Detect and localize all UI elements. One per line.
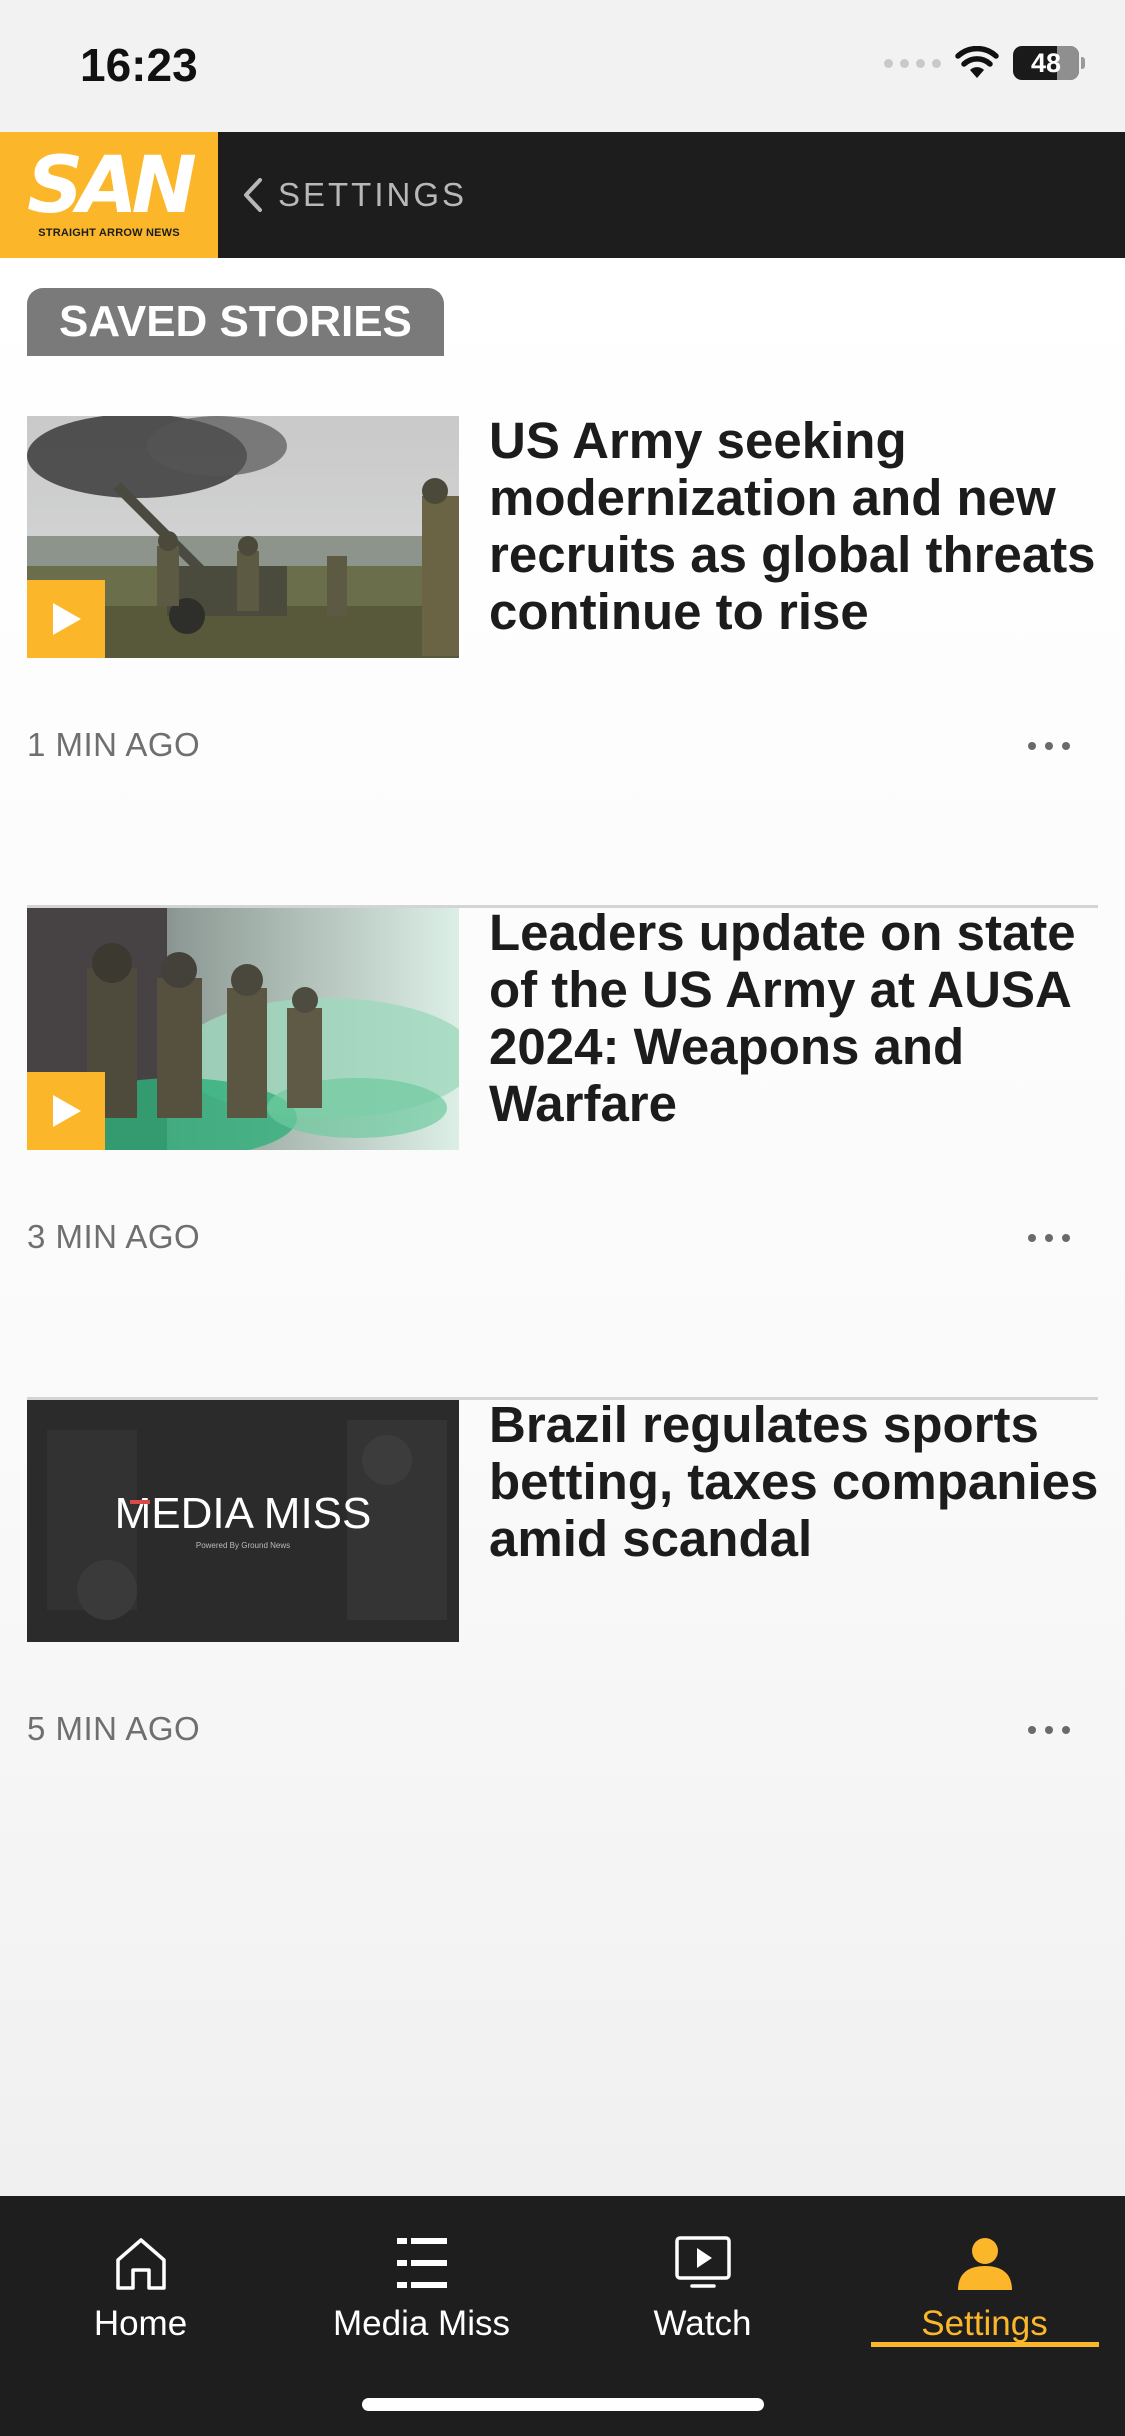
story-thumbnail[interactable]: MEDIA MISS Powered By Ground News: [27, 1400, 459, 1642]
status-icons: 48: [884, 46, 1085, 80]
more-options-button[interactable]: [1028, 1716, 1070, 1744]
cellular-signal-icon: [884, 58, 941, 68]
story-timestamp: 1 MIN AGO: [27, 726, 201, 763]
more-options-button[interactable]: [1028, 1224, 1070, 1252]
story-card[interactable]: US Army seeking modernization and new re…: [27, 412, 1098, 908]
logo-subtitle: STRAIGHT ARROW NEWS: [38, 227, 180, 239]
san-logo[interactable]: SAN STRAIGHT ARROW NEWS: [0, 132, 218, 258]
story-card[interactable]: MEDIA MISS Powered By Ground News Brazil…: [27, 1396, 1098, 1892]
play-button[interactable]: [27, 1072, 105, 1150]
tab-label: Watch: [653, 2304, 752, 2343]
list-icon: [396, 2238, 447, 2288]
play-screen-icon: [674, 2236, 731, 2288]
saved-stories-list[interactable]: SAVED STORIES US Army seeking modernizat…: [0, 258, 1125, 2196]
section-title: SAVED STORIES: [27, 288, 444, 356]
play-icon: [53, 603, 81, 635]
chevron-left-icon: [244, 178, 262, 212]
more-dot-icon: [1028, 1234, 1036, 1242]
home-icon: [115, 2238, 166, 2290]
home-indicator[interactable]: [362, 2398, 764, 2411]
battery-level: 48: [1030, 47, 1062, 78]
story-headline[interactable]: Brazil regulates sports betting, taxes c…: [489, 1396, 1099, 1567]
app-header: SAN STRAIGHT ARROW NEWS SETTINGS: [0, 132, 1125, 258]
back-to-settings-button[interactable]: SETTINGS: [242, 176, 467, 214]
play-icon: [53, 1095, 81, 1127]
story-timestamp: 5 MIN AGO: [27, 1710, 201, 1747]
tab-media-miss[interactable]: Media Miss: [281, 2196, 562, 2366]
more-options-button[interactable]: [1028, 732, 1070, 760]
media-miss-thumbnail: MEDIA MISS Powered By Ground News: [27, 1400, 459, 1642]
tab-home[interactable]: Home: [0, 2196, 281, 2366]
tab-label: Media Miss: [333, 2304, 510, 2343]
story-card[interactable]: Leaders update on state of the US Army a…: [27, 904, 1098, 1400]
tab-label: Settings: [921, 2304, 1048, 2343]
story-thumbnail[interactable]: [27, 908, 459, 1150]
status-bar: 16:23 48: [0, 0, 1125, 132]
logo-text: SAN: [27, 141, 197, 231]
story-timestamp: 3 MIN AGO: [27, 1218, 201, 1255]
active-tab-indicator: [871, 2342, 1099, 2347]
story-thumbnail[interactable]: [27, 416, 459, 658]
person-icon: [957, 2238, 1012, 2290]
media-miss-logo-subtext: Powered By Ground News: [196, 1541, 290, 1550]
tab-label: Home: [93, 2304, 188, 2343]
more-dot-icon: [1028, 742, 1036, 750]
tab-settings[interactable]: Settings: [844, 2196, 1125, 2366]
tab-watch[interactable]: Watch: [562, 2196, 843, 2366]
back-label: SETTINGS: [278, 176, 468, 213]
wifi-icon: [955, 46, 999, 78]
status-time: 16:23: [80, 39, 198, 91]
story-headline[interactable]: US Army seeking modernization and new re…: [489, 412, 1099, 640]
play-button[interactable]: [27, 580, 105, 658]
story-headline[interactable]: Leaders update on state of the US Army a…: [489, 904, 1099, 1132]
media-miss-logo-text: MEDIA MISS: [115, 1489, 372, 1538]
battery-icon: 48: [1013, 46, 1085, 80]
more-dot-icon: [1028, 1726, 1036, 1734]
